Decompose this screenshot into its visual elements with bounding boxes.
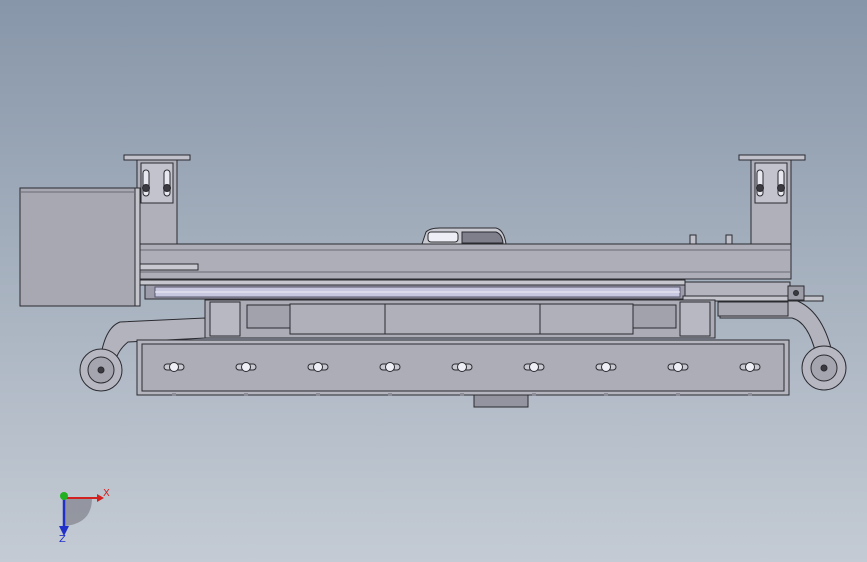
- y-axis-dot: [60, 492, 68, 500]
- triad-shadow: [64, 498, 92, 526]
- x-axis-label: X: [103, 488, 110, 499]
- z-axis-label: Z: [59, 534, 66, 545]
- graphics-viewport[interactable]: X Z: [0, 0, 867, 562]
- axis-triad: X Z: [59, 488, 110, 545]
